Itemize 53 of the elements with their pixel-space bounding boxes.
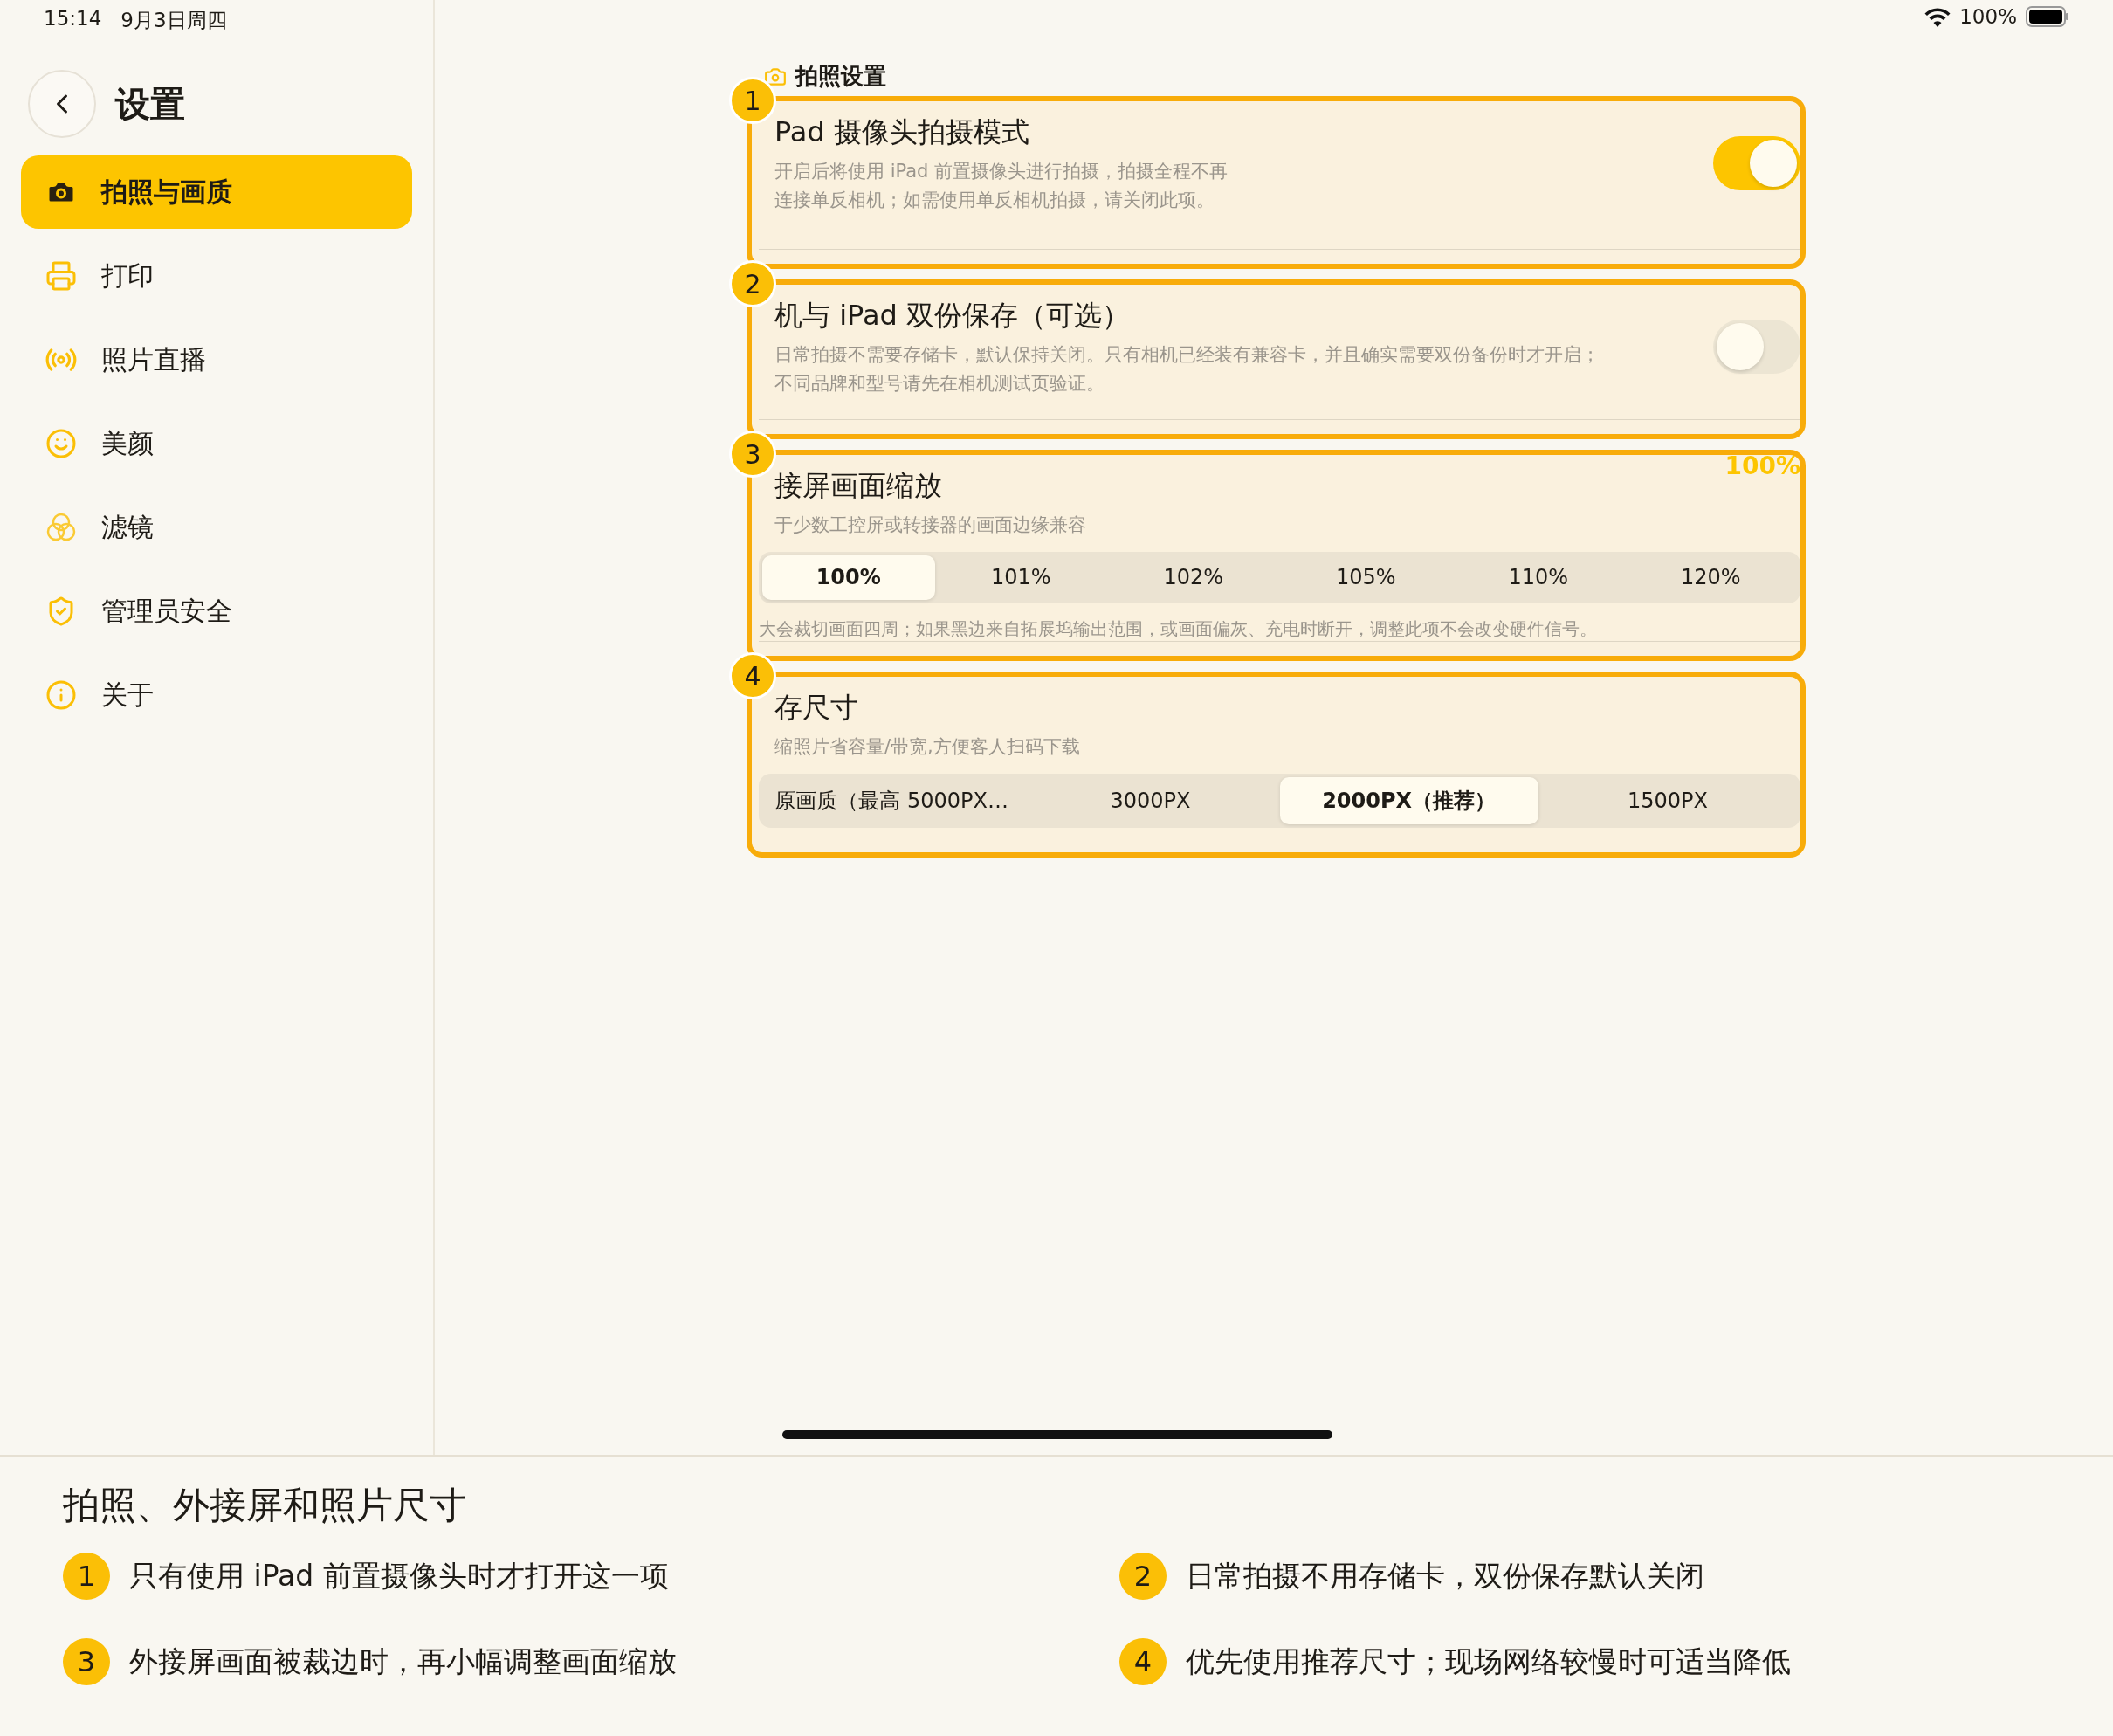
- callout-number: 1: [63, 1553, 110, 1600]
- sidebar-item[interactable]: 打印: [21, 239, 412, 313]
- battery-percent: 100%: [1959, 5, 2017, 28]
- toggle-switch[interactable]: [1713, 136, 1800, 190]
- toggle-switch[interactable]: [1713, 320, 1800, 374]
- printer-icon: [45, 260, 77, 292]
- sidebar-item[interactable]: 美颜: [21, 407, 412, 480]
- segment-option[interactable]: 原画质（最高 5000PX…: [762, 776, 1022, 824]
- summary-text: 外接屏画面被裁边时，再小幅调整画面缩放: [129, 1643, 677, 1680]
- sidebar-item[interactable]: 管理员安全: [21, 575, 412, 648]
- segment-option[interactable]: 3000PX: [1021, 776, 1280, 824]
- status-date: 9月3日周四: [120, 8, 227, 33]
- callout-number: 2: [1119, 1553, 1167, 1600]
- info-icon: [45, 679, 77, 711]
- callout-number: 3: [729, 431, 776, 478]
- setting-title: 机与 iPad 双份保存（可选）: [774, 298, 1131, 334]
- callout-number: 2: [729, 260, 776, 307]
- segment-option[interactable]: 120%: [1624, 555, 1797, 601]
- segment-option[interactable]: 2000PX（推荐）: [1279, 776, 1538, 824]
- smile-icon: [45, 428, 77, 459]
- setting-description: 开启后将使用 iPad 前置摄像头进行拍摄，拍摄全程不再连接单反相机；如需使用单反相机拍摄，请关闭此项。: [774, 160, 1229, 212]
- sidebar-item[interactable]: 照片直播: [21, 323, 412, 396]
- summary-text: 只有使用 iPad 前置摄像头时才打开这一项: [129, 1557, 669, 1595]
- segment-option[interactable]: 102%: [1107, 555, 1280, 601]
- summary-title: 拍照、外接屏和照片尺寸: [63, 1483, 467, 1528]
- battery-icon: [2026, 6, 2069, 27]
- segment-option[interactable]: 1500PX: [1538, 776, 1797, 824]
- segment-option[interactable]: 105%: [1279, 555, 1452, 601]
- sidebar-item[interactable]: 拍照与画质: [21, 155, 412, 229]
- segment-option[interactable]: 110%: [1452, 555, 1625, 601]
- callout-number: 4: [1119, 1638, 1167, 1685]
- setting-title: 接屏画面缩放: [774, 468, 943, 504]
- sidebar-title: 设置: [115, 82, 185, 126]
- segment-option[interactable]: 101%: [934, 555, 1107, 601]
- setting-description: 缩照片省容量/带宽,方便客人扫码下载: [774, 735, 1081, 759]
- setting-value: 100%: [1724, 451, 1800, 480]
- section-header: 拍照设置: [795, 62, 886, 91]
- sidebar-item[interactable]: 滤镜: [21, 491, 412, 564]
- setting-title: Pad 摄像头拍摄模式: [774, 114, 1030, 150]
- callout-number: 4: [729, 652, 776, 699]
- segment-option[interactable]: 100%: [762, 555, 935, 601]
- setting-note: 大会裁切画面四周；如果黑边来自拓展坞输出范围，或画面偏灰、充电时断开，调整此项不会改变硬件信号。: [759, 617, 1598, 642]
- callout-number: 3: [63, 1638, 110, 1685]
- setting-description: 日常拍摄不需要存储卡，默认保持关闭。只有相机已经装有兼容卡，并且确实需要双份备份时才开启；不同品牌和型号请先在相机测试页验证。: [774, 343, 1600, 396]
- sidebar-item[interactable]: 关于: [21, 658, 412, 732]
- setting-description: 于少数工控屏或转接器的画面边缘兼容: [774, 513, 1087, 537]
- wifi-icon: [1924, 6, 1951, 27]
- summary-text: 优先使用推荐尺寸；现场网络较慢时可适当降低: [1186, 1643, 1791, 1680]
- setting-title: 存尺寸: [774, 690, 859, 726]
- status-time: 15:14: [44, 7, 102, 31]
- filter-icon: [45, 512, 77, 543]
- summary-text: 日常拍摄不用存储卡，双份保存默认关闭: [1186, 1557, 1704, 1595]
- callout-number: 1: [729, 77, 776, 124]
